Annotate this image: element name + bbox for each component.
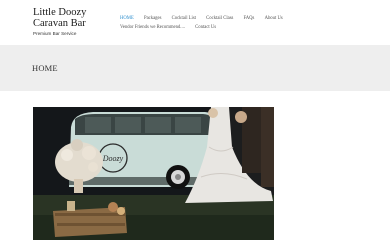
site-tagline: Premium Bar Service bbox=[33, 31, 77, 36]
nav-item-faqs[interactable]: FAQs bbox=[244, 15, 255, 24]
site-header: Little Doozy Caravan Bar Premium Bar Ser… bbox=[0, 0, 390, 45]
caravan-logo-text: Doozy bbox=[102, 154, 124, 163]
site-title[interactable]: Little Doozy Caravan Bar bbox=[33, 7, 103, 29]
nav-item-contact-us[interactable]: Contact Us bbox=[195, 24, 216, 33]
nav-item-cocktail-list[interactable]: Cocktail List bbox=[172, 15, 196, 24]
nav-item-home[interactable]: HOME bbox=[120, 15, 134, 24]
nav-item-vendor-friends[interactable]: Vendor Friends we Recommend.... bbox=[120, 24, 185, 33]
nav-item-cocktail-class[interactable]: Cocktail Class bbox=[206, 15, 233, 24]
nav-item-about-us[interactable]: About Us bbox=[265, 15, 283, 24]
main-nav: HOME Packages Cocktail List Cocktail Cla… bbox=[120, 15, 356, 32]
nav-item-packages[interactable]: Packages bbox=[144, 15, 161, 24]
page-title: HOME bbox=[32, 63, 58, 73]
hero-photo: Doozy bbox=[33, 107, 274, 240]
page-title-banner: HOME bbox=[0, 45, 390, 91]
